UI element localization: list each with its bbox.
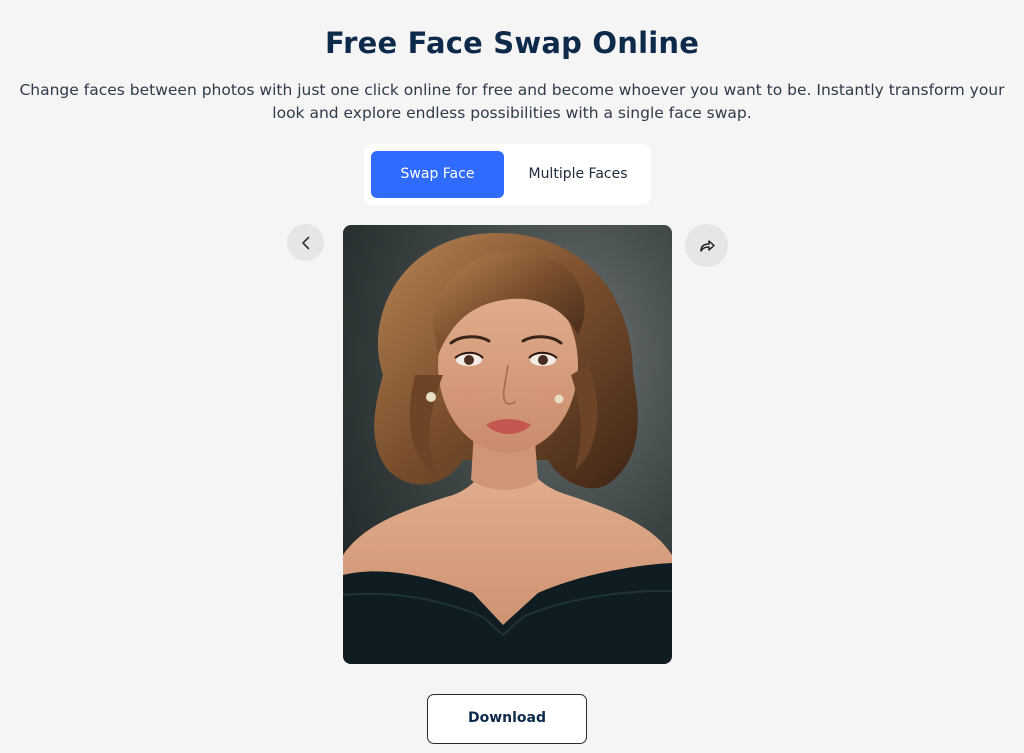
tab-multiple-faces[interactable]: Multiple Faces	[514, 151, 642, 198]
mode-tabs: Swap Face Multiple Faces	[364, 144, 651, 205]
download-button[interactable]: Download	[427, 694, 587, 744]
share-arrow-icon	[699, 239, 715, 252]
share-button[interactable]	[685, 224, 728, 267]
previous-button[interactable]	[287, 224, 324, 261]
page-subtitle: Change faces between photos with just on…	[19, 81, 1005, 122]
page-title: Free Face Swap Online	[324, 26, 700, 60]
chevron-left-icon	[301, 236, 309, 249]
result-image	[343, 225, 672, 664]
tab-swap-face[interactable]: Swap Face	[371, 151, 504, 198]
